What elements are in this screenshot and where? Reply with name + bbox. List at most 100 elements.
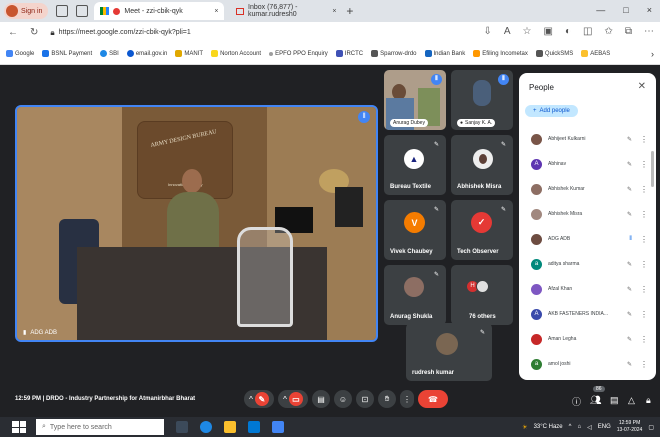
info-icon[interactable]: ⓘ [572, 395, 581, 408]
present-button[interactable]: ⊡ [356, 390, 374, 408]
bookmark-email[interactable]: email.gov.in [126, 50, 167, 57]
mic-off-icon[interactable]: ✎ [627, 161, 632, 168]
main-video-tile[interactable]: ARMY DESIGN BUREAU Innovation for Army ⦀… [15, 105, 378, 342]
language-label[interactable]: ENG [598, 424, 611, 430]
mic-off-icon[interactable]: ✎ [627, 136, 632, 143]
read-aloud-icon[interactable]: A [504, 26, 511, 37]
refresh-extension-icon[interactable]: ◐ [565, 26, 571, 37]
more-options-icon[interactable]: ⋮ [640, 260, 648, 269]
more-options-icon[interactable]: ⋮ [640, 185, 648, 194]
close-icon[interactable]: ✕ [638, 81, 646, 92]
chat-icon[interactable]: ▤ [610, 395, 619, 406]
tab-meet[interactable]: Meet - zzi-cbik-qyk × [94, 2, 225, 20]
participant-tile[interactable]: ⦀ ● Sanjay K. A. [451, 70, 513, 130]
participant-tile[interactable]: ✎ ▲ Bureau Textile [384, 135, 446, 195]
lock-icon[interactable]: 🔒︎ [50, 28, 54, 38]
participant-row[interactable]: Abhishek Misra ✎ ⋮ [519, 202, 656, 226]
raise-hand-button[interactable]: ✋︎ [378, 390, 396, 408]
bookmark-efiling[interactable]: Efiling Incometax [473, 50, 528, 57]
ie-icon[interactable] [248, 421, 260, 433]
bookmark-indian-bank[interactable]: Indian Bank [424, 50, 465, 57]
meet-taskbar-icon[interactable] [272, 421, 284, 433]
more-options-icon[interactable]: ⋮ [640, 135, 648, 144]
favorites-icon[interactable]: ✩ [604, 26, 612, 37]
bookmark-sparrow[interactable]: Sparrow-drdo [371, 50, 417, 57]
participant-tile[interactable]: ✎ ✓ Tech Observer [451, 200, 513, 260]
clock[interactable]: 12:59 PM 13-07-2024 [617, 420, 643, 434]
emoji-button[interactable]: ☺ [334, 390, 352, 408]
signin-button[interactable]: Sign in [4, 3, 49, 19]
tab-inbox[interactable]: Inbox (76,877) - kumar.rudresh0 × [230, 2, 342, 20]
mic-off-icon[interactable]: ✎ [627, 186, 632, 193]
menu-icon[interactable]: ⋯ [644, 26, 654, 37]
more-bookmarks-icon[interactable]: › [651, 49, 654, 59]
participant-tile[interactable]: ✎ V Vivek Chaubey [384, 200, 446, 260]
participant-tile[interactable]: H 76 others [451, 265, 513, 325]
extension-icon[interactable]: ▣ [544, 26, 553, 37]
bookmark-epfo[interactable]: EPFO PPO Enquiry [269, 51, 328, 57]
mic-off-icon[interactable]: ✎ [627, 311, 632, 318]
bookmark-irctc[interactable]: IRCTC [335, 50, 363, 57]
activities-icon[interactable]: △ [628, 395, 635, 406]
more-options-icon[interactable]: ⋮ [640, 310, 648, 319]
edge-icon[interactable] [200, 421, 212, 433]
bookmark-sbi[interactable]: SBI [100, 50, 119, 57]
participant-row[interactable]: a aditya sharma ✎ ⋮ [519, 252, 656, 276]
split-screen-icon[interactable]: ◫ [583, 26, 592, 37]
notification-icon[interactable]: ▢ [648, 424, 654, 431]
participant-tile[interactable]: ⦀ Anurag Dubey [384, 70, 446, 130]
mic-off-icon[interactable]: ✎ [627, 336, 632, 343]
download-icon[interactable]: ⇩ [483, 26, 491, 37]
url-field[interactable]: 🔒︎ https://meet.google.com/zzi-cbik-qyk?… [50, 28, 190, 38]
minimize-button[interactable]: — [596, 5, 605, 15]
windows-start-icon[interactable] [12, 421, 26, 433]
tab-close-button[interactable]: × [214, 8, 218, 15]
participant-row[interactable]: ADG ADB ⦀ ⋮ [519, 227, 656, 251]
taskbar-search[interactable]: ⌕ Type here to search [36, 419, 164, 435]
tab-actions-icon[interactable] [76, 5, 89, 17]
participant-tile[interactable]: ✎ Anurag Shukla [384, 265, 446, 325]
volume-icon[interactable]: ◁ [587, 424, 592, 431]
network-icon[interactable]: ⌂ [577, 424, 581, 430]
more-options-icon[interactable]: ⋮ [640, 160, 648, 169]
camera-button[interactable]: ^ ▭ [278, 390, 308, 408]
leave-call-button[interactable]: ☎︎ [418, 390, 448, 408]
participant-row[interactable]: a amol joshi ✎ ⋮ [519, 352, 656, 376]
host-controls-icon[interactable]: 🔒︎ [646, 395, 651, 406]
bookmark-bsnl[interactable]: BSNL Payment [42, 50, 92, 57]
more-options-icon[interactable]: ⋮ [640, 235, 648, 244]
participant-row[interactable]: Abhijeet Kulkarni ✎ ⋮ [519, 127, 656, 151]
bookmark-quicksms[interactable]: QuickSMS [535, 50, 573, 57]
back-icon[interactable]: ← [8, 27, 18, 38]
bookmark-manit[interactable]: MANIT [175, 50, 203, 57]
tab-close-button[interactable]: × [332, 8, 336, 15]
bookmark-aebas[interactable]: AEBAS [581, 50, 610, 57]
participant-row[interactable]: A Abhinav ✎ ⋮ [519, 152, 656, 176]
mic-off-icon[interactable]: ✎ [627, 286, 632, 293]
close-window-button[interactable]: × [647, 5, 652, 15]
more-options-icon[interactable]: ⋮ [640, 360, 648, 369]
mic-off-icon[interactable]: ✎ [627, 361, 632, 368]
participant-row[interactable]: Aman Legha ✎ ⋮ [519, 327, 656, 351]
file-explorer-icon[interactable] [224, 421, 236, 433]
chevron-up-icon[interactable]: ^ [569, 424, 572, 430]
more-options-icon[interactable]: ⋮ [640, 210, 648, 219]
participant-tile[interactable]: ✎ Abhishek Misra [451, 135, 513, 195]
collections-icon[interactable]: ⧉ [625, 26, 632, 37]
add-people-button[interactable]: + Add people [525, 105, 578, 117]
bookmark-google[interactable]: Google [6, 50, 34, 57]
people-icon[interactable]: 👥︎ [590, 395, 601, 406]
more-options-icon[interactable]: ⋮ [640, 285, 648, 294]
participant-row[interactable]: A AKB FASTENERS INDIA... ✎ ⋮ [519, 302, 656, 326]
participant-row[interactable]: Afzal Khan ✎ ⋮ [519, 277, 656, 301]
captions-button[interactable]: ▤ [312, 390, 330, 408]
self-view-tile[interactable]: ✎ rudresh kumar [406, 323, 492, 381]
pin-icon[interactable]: ▮ [23, 329, 26, 336]
reload-icon[interactable]: ↻ [30, 27, 38, 38]
more-options-icon[interactable]: ⋮ [640, 335, 648, 344]
maximize-button[interactable]: □ [623, 5, 628, 15]
favorite-icon[interactable]: ☆ [523, 26, 532, 37]
mic-off-icon[interactable]: ✎ [627, 211, 632, 218]
participant-row[interactable]: Abhishek Kumar ✎ ⋮ [519, 177, 656, 201]
new-tab-button[interactable]: + [346, 4, 353, 18]
